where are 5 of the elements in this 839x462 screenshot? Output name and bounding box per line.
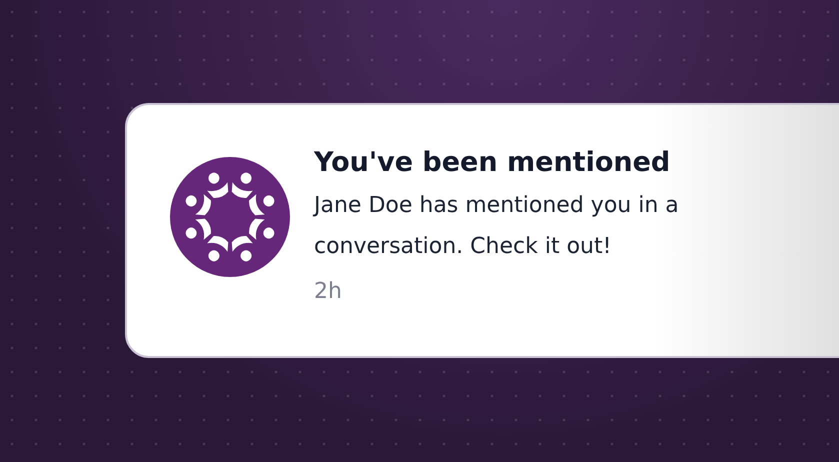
community-icon xyxy=(170,157,290,277)
notification-title: You've been mentioned xyxy=(314,146,672,180)
notification-time: 2h xyxy=(314,279,343,304)
notification-card[interactable]: You've been mentioned Jane Doe has mentioned you in a conversation. Check it out! 2h xyxy=(125,103,839,358)
notification-message: Jane Doe has mentioned you in a conversation. Check it out! xyxy=(314,192,680,261)
